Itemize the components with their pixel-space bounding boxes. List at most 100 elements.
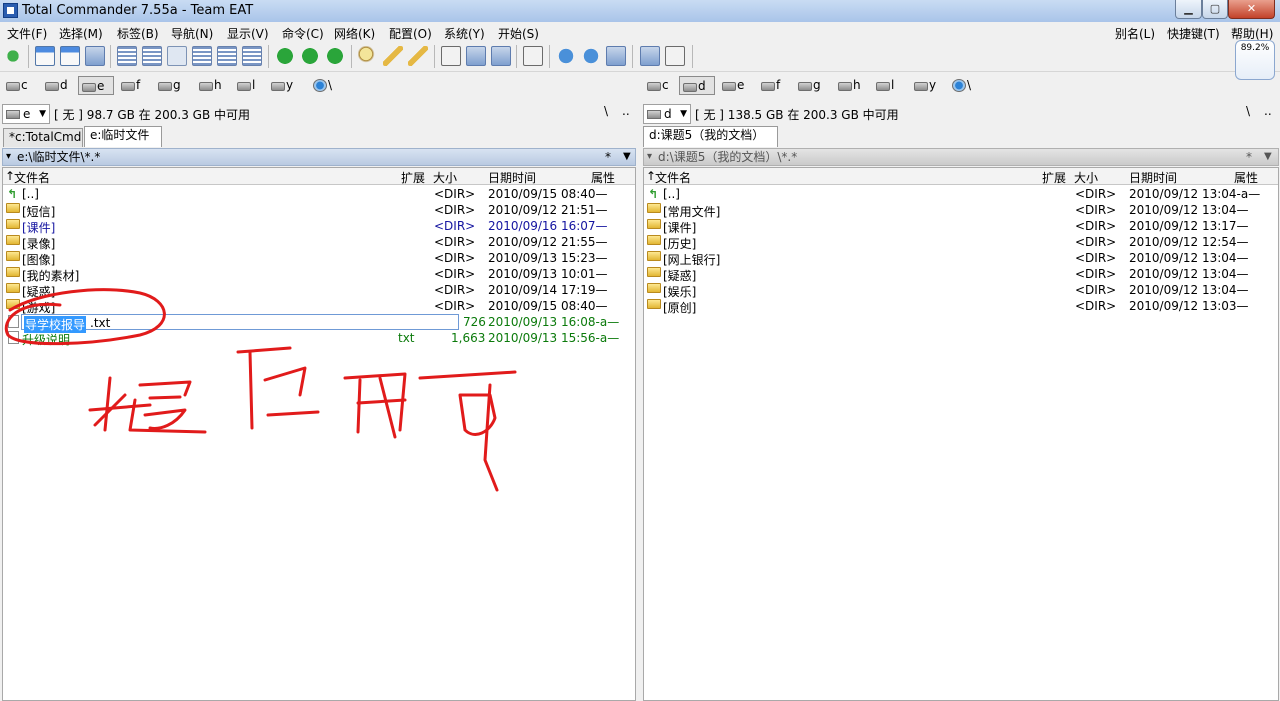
brief-view-icon[interactable] [117, 46, 137, 66]
rename-input[interactable]: 导学校报导 .txt [21, 314, 459, 333]
tab-totalcmd[interactable]: *c:TotalCmd [3, 128, 83, 147]
col-size[interactable]: 大小 [1074, 169, 1098, 186]
list-item[interactable]: [娱乐] <DIR> 2010/09/12 13:04— [644, 282, 1278, 299]
drive-d-button[interactable]: d [679, 76, 715, 95]
window-icon[interactable] [35, 46, 55, 66]
browser-icon[interactable] [581, 46, 601, 66]
list-item[interactable]: ↰ [..] <DIR> 2010/09/15 08:40— [3, 186, 635, 202]
col-name[interactable]: 文件名 [14, 169, 50, 186]
list-item[interactable]: ↰ [..] <DIR> 2010/09/12 13:04-a— [644, 186, 1278, 202]
drive-g-button[interactable]: g [795, 76, 821, 95]
menu-select[interactable]: 选择(M) [59, 25, 103, 42]
drive-e-button[interactable]: e [78, 76, 114, 95]
drive-c-button[interactable]: c [644, 76, 669, 95]
list-item[interactable]: 升级说明 txt 1,663 2010/09/13 15:56-a— [3, 330, 635, 347]
list-item[interactable]: [图像] <DIR> 2010/09/13 15:23— [3, 250, 635, 267]
menu-start[interactable]: 开始(S) [498, 25, 539, 42]
edit-icon[interactable] [408, 46, 428, 66]
drive-g-button[interactable]: g [155, 76, 181, 95]
col-date[interactable]: 日期时间 [488, 169, 536, 186]
list-item[interactable]: [网上银行] <DIR> 2010/09/12 13:04— [644, 250, 1278, 267]
multi-rename-icon[interactable] [383, 46, 403, 66]
left-up-button[interactable]: .. [622, 104, 630, 118]
list-item[interactable]: [短信] <DIR> 2010/09/12 21:51— [3, 202, 635, 219]
url-icon[interactable] [491, 46, 511, 66]
minus-icon[interactable] [275, 46, 295, 66]
tab-topic5[interactable]: d:课题5（我的文档） [643, 126, 778, 147]
maximize-button[interactable]: ▢ [1202, 0, 1228, 19]
forward-arrow-icon[interactable] [325, 46, 345, 66]
panel-splitter[interactable] [637, 148, 642, 701]
menu-tabs[interactable]: 标签(B) [117, 25, 159, 42]
minimize-button[interactable]: ▁ [1175, 0, 1202, 19]
calculator-icon[interactable] [665, 46, 685, 66]
col-attr[interactable]: 属性 [591, 169, 615, 186]
list-item[interactable]: [历史] <DIR> 2010/09/12 12:54— [644, 234, 1278, 251]
full-view-icon[interactable] [142, 46, 162, 66]
list-item[interactable]: [原创] <DIR> 2010/09/12 13:03— [644, 298, 1278, 315]
list-item[interactable]: [我的素材] <DIR> 2010/09/13 10:01— [3, 266, 635, 283]
left-path-bar[interactable]: e:\临时文件\*.* * ▼ [2, 148, 636, 166]
right-up-button[interactable]: .. [1264, 104, 1272, 118]
left-file-panel[interactable]: ↑ 文件名 扩展 大小 日期时间 属性 ↰ [..] <DIR> 2010/09… [2, 167, 636, 701]
tree-view-icon[interactable] [192, 46, 212, 66]
close-button[interactable]: ✕ [1228, 0, 1275, 19]
left-drive-select[interactable]: e ▼ [2, 104, 50, 124]
history-dropdown-icon[interactable]: ▼ [623, 149, 631, 165]
menu-alias[interactable]: 别名(L) [1115, 25, 1155, 42]
refresh-icon[interactable] [3, 46, 23, 66]
notepad-icon[interactable] [523, 46, 543, 66]
menu-file[interactable]: 文件(F) [7, 25, 47, 42]
filter-star[interactable]: * [605, 149, 611, 165]
drive-y-button[interactable]: y [268, 76, 293, 95]
pack-icon[interactable] [441, 46, 461, 66]
list-item[interactable]: [课件] <DIR> 2010/09/16 16:07— [3, 218, 635, 235]
drive-e-button[interactable]: e [719, 76, 744, 95]
left-root-button[interactable]: \ [604, 104, 608, 118]
ftp-icon[interactable] [466, 46, 486, 66]
menu-network[interactable]: 网络(K) [334, 25, 375, 42]
list-item[interactable]: 导学校报导 .txt 726 2010/09/13 16:08-a— [3, 314, 635, 333]
list-item[interactable]: [疑惑] <DIR> 2010/09/12 13:04— [644, 266, 1278, 283]
list-item[interactable]: [游戏] <DIR> 2010/09/15 08:40— [3, 298, 635, 315]
detail-view-icon[interactable] [167, 46, 187, 66]
settings-icon[interactable] [606, 46, 626, 66]
drive-y-button[interactable]: y [911, 76, 936, 95]
drive-h-button[interactable]: h [196, 76, 222, 95]
drive-f-button[interactable]: f [758, 76, 780, 95]
right-path-bar[interactable]: d:\课题5（我的文档）\*.* * ▼ [643, 148, 1279, 166]
tab-temp-files[interactable]: e:临时文件 [84, 126, 162, 147]
menu-hotkeys[interactable]: 快捷键(T) [1167, 25, 1220, 42]
menu-navigate[interactable]: 导航(N) [171, 25, 213, 42]
network-icon[interactable] [556, 46, 576, 66]
copy-icon[interactable] [640, 46, 660, 66]
network-drive-button[interactable]: \ [949, 76, 971, 95]
thumbnails-icon[interactable] [85, 46, 105, 66]
col-date[interactable]: 日期时间 [1129, 169, 1177, 186]
menu-system[interactable]: 系统(Y) [444, 25, 485, 42]
list-item[interactable]: [录像] <DIR> 2010/09/12 21:55— [3, 234, 635, 251]
search-icon[interactable] [358, 46, 378, 66]
list-item[interactable]: [疑惑] <DIR> 2010/09/14 17:19— [3, 282, 635, 299]
drive-c-button[interactable]: c [3, 76, 28, 95]
col-ext[interactable]: 扩展 [401, 169, 425, 186]
menu-view[interactable]: 显示(V) [227, 25, 269, 42]
drive-d-button[interactable]: d [42, 76, 68, 95]
history-dropdown-icon[interactable]: ▼ [1264, 149, 1272, 165]
menu-config[interactable]: 配置(O) [389, 25, 432, 42]
window-icon[interactable] [60, 46, 80, 66]
compare-view-icon[interactable] [242, 46, 262, 66]
right-drive-select[interactable]: d ▼ [643, 104, 691, 124]
col-name[interactable]: 文件名 [655, 169, 691, 186]
col-attr[interactable]: 属性 [1234, 169, 1258, 186]
sort-view-icon[interactable] [217, 46, 237, 66]
list-item[interactable]: [常用文件] <DIR> 2010/09/12 13:04— [644, 202, 1278, 219]
drive-l-button[interactable]: l [873, 76, 894, 95]
col-size[interactable]: 大小 [433, 169, 457, 186]
drive-f-button[interactable]: f [118, 76, 140, 95]
right-root-button[interactable]: \ [1246, 104, 1250, 118]
filter-star[interactable]: * [1246, 149, 1252, 165]
col-ext[interactable]: 扩展 [1042, 169, 1066, 186]
list-item[interactable]: [课件] <DIR> 2010/09/12 13:17— [644, 218, 1278, 235]
menu-commands[interactable]: 命令(C) [282, 25, 324, 42]
